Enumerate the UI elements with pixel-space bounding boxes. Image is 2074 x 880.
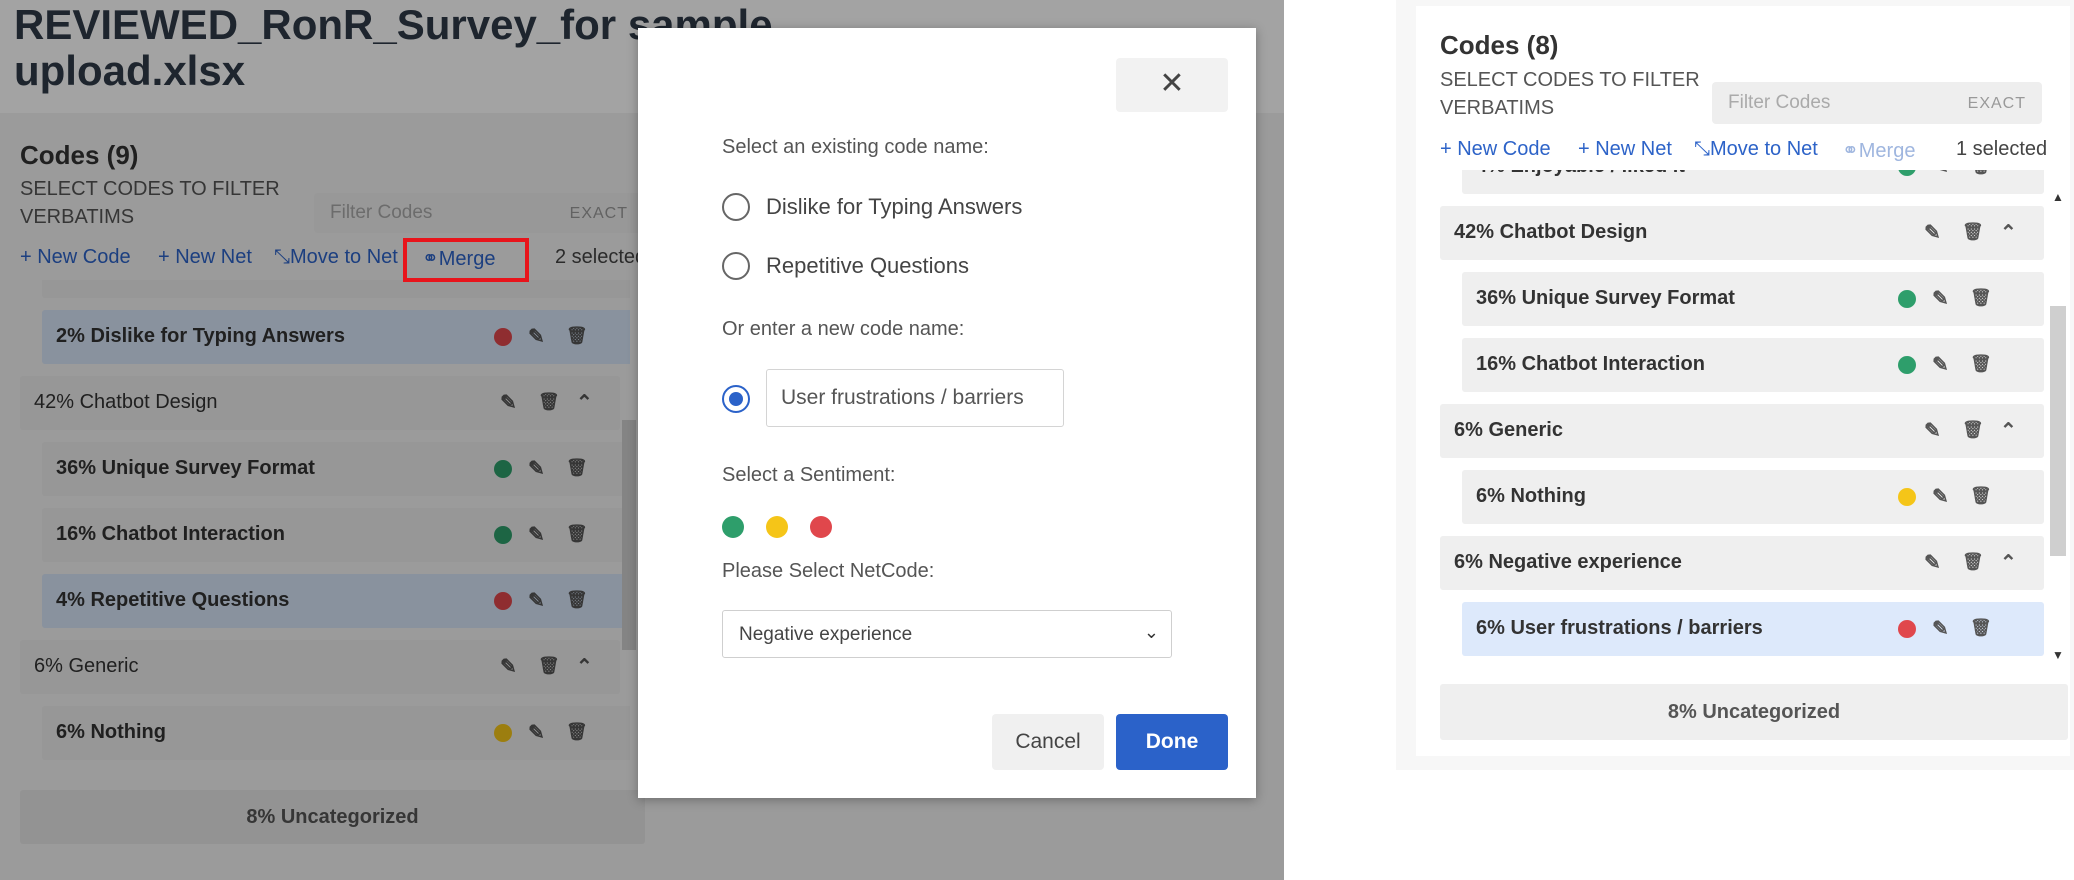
radio-existing-1[interactable] (722, 193, 750, 221)
delete-icon[interactable]: 🗑 (1970, 618, 1992, 638)
sentiment-label: Select a Sentiment: (722, 464, 896, 486)
new-net-button[interactable]: + New Net (1578, 138, 1672, 161)
code-row[interactable]: 36% Unique Survey Format ✎ 🗑 (1462, 272, 2044, 326)
uncategorized-bucket[interactable]: 8% Uncategorized (1440, 684, 2068, 740)
close-button[interactable]: ✕ (1116, 58, 1228, 112)
codes-title: Codes (8) (1440, 30, 1559, 60)
code-row[interactable]: 6% Nothing ✎ 🗑 (1462, 470, 2044, 524)
close-icon: ✕ (1159, 67, 1185, 100)
sentiment-neutral-dot[interactable] (766, 516, 788, 538)
radio-new-code[interactable] (722, 385, 750, 413)
code-row[interactable]: 16% Chatbot Interaction ✎ 🗑 (1462, 338, 2044, 392)
edit-icon[interactable]: ✎ (1932, 170, 1949, 179)
sentiment-dot-positive (1898, 170, 1916, 176)
sentiment-dot-negative (1898, 620, 1916, 638)
scroll-up-icon[interactable]: ▲ (2052, 190, 2064, 204)
selection-count: 1 selected (1956, 138, 2048, 160)
delete-icon[interactable]: 🗑 (1962, 222, 1984, 242)
edit-icon[interactable]: ✎ (1932, 286, 1949, 311)
sentiment-negative-dot[interactable] (810, 516, 832, 538)
new-code-label: Or enter a new code name: (722, 318, 965, 340)
merge-dialog: ✕ Select an existing code name: Dislike … (638, 28, 1256, 798)
collapse-chevron-icon[interactable]: ⌃ (2000, 418, 2017, 443)
edit-icon[interactable]: ✎ (1932, 352, 1949, 377)
merge-label: Merge (1858, 140, 1916, 162)
move-to-net-button[interactable]: ⤡Move to Net (1694, 138, 1818, 161)
row-label: 6% Negative experience (1454, 551, 1682, 573)
netcode-selected-value: Negative experience (739, 624, 913, 645)
filter-codes-input[interactable]: Filter Codes EXACT (1712, 82, 2042, 124)
sentiment-dot-positive (1898, 356, 1916, 374)
row-label: 4% Enjoyable / liked it (1476, 170, 1685, 178)
delete-icon[interactable]: 🗑 (1970, 354, 1992, 374)
radio-existing-2-label: Repetitive Questions (766, 253, 969, 278)
radio-existing-2[interactable] (722, 252, 750, 280)
row-label: 16% Chatbot Interaction (1476, 353, 1705, 375)
move-to-net-label: Move to Net (1710, 138, 1818, 160)
row-label: 6% User frustrations / barriers (1476, 617, 1763, 639)
code-list: 4% Enjoyable / liked it✎🗑42% Chatbot Des… (1440, 170, 2066, 676)
left-app-view: REVIEWED_RonR_Survey_for sample upload.x… (0, 0, 1284, 880)
merge-button[interactable]: ⚭Merge (1842, 138, 1915, 163)
merge-icon: ⚭ (1842, 140, 1859, 162)
exact-toggle[interactable]: EXACT (1968, 95, 2026, 113)
delete-icon[interactable]: 🗑 (1970, 288, 1992, 308)
existing-code-label: Select an existing code name: (722, 136, 989, 158)
net-row[interactable]: 6% Negative experience ✎ 🗑 ⌃ (1440, 536, 2044, 590)
delete-icon[interactable]: 🗑 (1962, 552, 1984, 572)
codes-panel-result: Codes (8) SELECT CODES TO FILTER VERBATI… (1416, 6, 2070, 756)
filter-placeholder: Filter Codes (1728, 92, 1831, 113)
net-row[interactable]: 42% Chatbot Design ✎ 🗑 ⌃ (1440, 206, 2044, 260)
new-code-button[interactable]: + New Code (1440, 138, 1551, 161)
scrollbar-thumb[interactable] (2050, 306, 2066, 556)
edit-icon[interactable]: ✎ (1932, 484, 1949, 509)
netcode-select[interactable]: Negative experience ⌄ (722, 610, 1172, 658)
sentiment-positive-dot[interactable] (722, 516, 744, 538)
delete-icon[interactable]: 🗑 (1970, 170, 1992, 176)
filter-label: SELECT CODES TO FILTER VERBATIMS (1440, 69, 1700, 119)
delete-icon[interactable]: 🗑 (1970, 486, 1992, 506)
row-label: 6% Generic (1454, 419, 1563, 441)
edit-icon[interactable]: ✎ (1932, 616, 1949, 641)
chevron-down-icon: ⌄ (1143, 622, 1159, 642)
sentiment-dot-neutral (1898, 488, 1916, 506)
row-label: 6% Nothing (1476, 485, 1586, 507)
code-row[interactable]: 6% User frustrations / barriers ✎ 🗑 (1462, 602, 2044, 656)
right-app-view: Codes (8) SELECT CODES TO FILTER VERBATI… (1396, 0, 2074, 770)
net-row[interactable]: 6% Generic ✎ 🗑 ⌃ (1440, 404, 2044, 458)
move-icon: ⤡ (1694, 138, 1710, 160)
merge-highlight-box (403, 238, 529, 282)
edit-icon[interactable]: ✎ (1924, 418, 1941, 443)
scroll-down-icon[interactable]: ▼ (2052, 648, 2064, 662)
code-list-scrollbar[interactable]: ▲ ▼ (2048, 170, 2066, 670)
screenshot-root: REVIEWED_RonR_Survey_for sample upload.x… (0, 0, 2074, 880)
radio-existing-1-label: Dislike for Typing Answers (766, 194, 1023, 219)
netcode-label: Please Select NetCode: (722, 560, 935, 582)
delete-icon[interactable]: 🗑 (1962, 420, 1984, 440)
new-code-input[interactable] (766, 369, 1064, 427)
collapse-chevron-icon[interactable]: ⌃ (2000, 550, 2017, 575)
row-label: 36% Unique Survey Format (1476, 287, 1735, 309)
done-button[interactable]: Done (1116, 714, 1228, 770)
code-row[interactable]: 4% Enjoyable / liked it ✎ 🗑 (1462, 170, 2044, 194)
sentiment-dot-positive (1898, 290, 1916, 308)
edit-icon[interactable]: ✎ (1924, 220, 1941, 245)
cancel-button[interactable]: Cancel (992, 714, 1104, 770)
collapse-chevron-icon[interactable]: ⌃ (2000, 220, 2017, 245)
row-label: 42% Chatbot Design (1454, 221, 1648, 243)
edit-icon[interactable]: ✎ (1924, 550, 1941, 575)
